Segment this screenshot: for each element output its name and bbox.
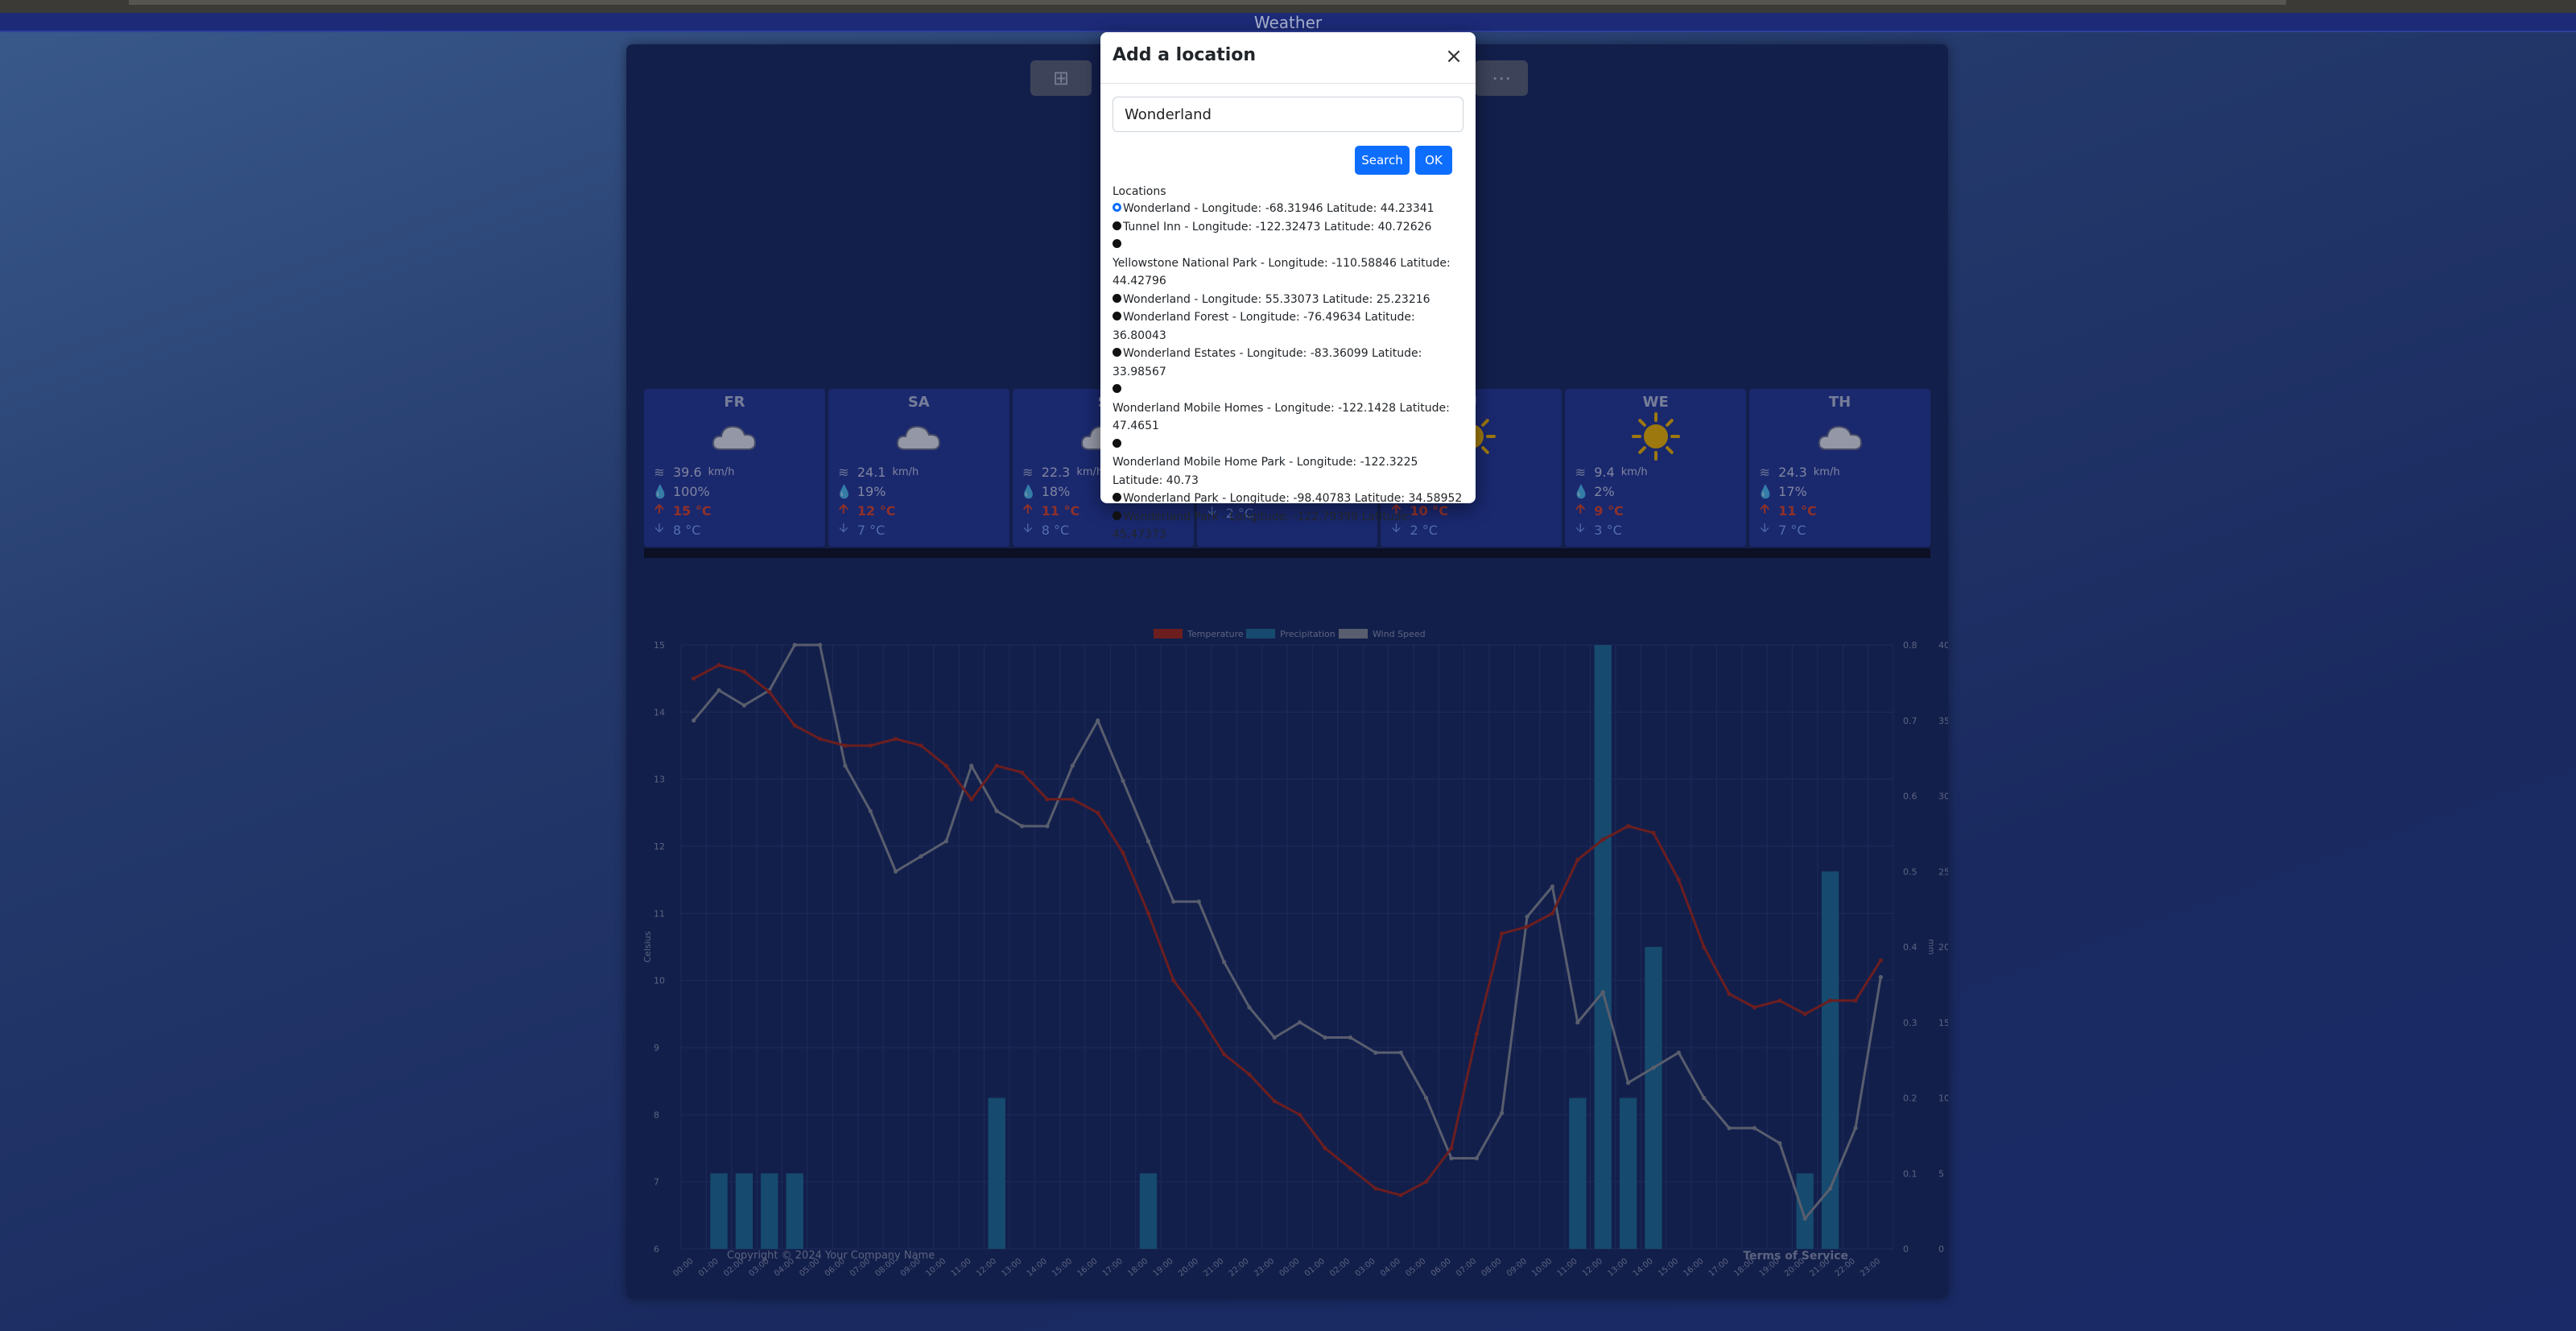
browser-chrome-strip [0,0,2576,13]
close-button[interactable]: × [1443,44,1464,68]
location-option[interactable]: Yellowstone National Park - Longitude: -… [1113,254,1467,291]
location-option-label: Wonderland - Longitude: -68.31946 Latitu… [1123,202,1435,215]
location-option[interactable]: Wonderland Mobile Homes - Longitude: -12… [1113,399,1467,436]
location-option[interactable] [1113,381,1467,399]
radio-icon[interactable] [1113,221,1121,230]
location-option-label: Wonderland Mobile Homes - Longitude: -12… [1113,401,1450,433]
search-button[interactable]: Search [1355,146,1410,175]
ok-button[interactable]: OK [1415,146,1452,175]
dialog-title: Add a location [1113,45,1257,65]
radio-icon[interactable] [1113,312,1121,320]
location-option[interactable] [1113,436,1467,454]
location-option[interactable]: Wonderland - Longitude: -68.31946 Latitu… [1113,200,1467,218]
location-option[interactable]: Wonderland Mobile Home Park - Longitude:… [1113,453,1467,490]
location-option-label: Wonderland Forest - Longitude: -76.49634… [1113,311,1415,342]
location-option[interactable] [1113,236,1467,254]
radio-icon[interactable] [1113,438,1121,448]
location-search-input[interactable] [1113,97,1463,132]
location-option-label: Wonderland - Longitude: 55.33073 Latitud… [1123,292,1430,306]
location-option[interactable]: Tunnel Inn - Longitude: -122.32473 Latit… [1113,218,1467,237]
location-option-label: Tunnel Inn - Longitude: -122.32473 Latit… [1123,220,1432,234]
radio-icon[interactable] [1113,239,1121,248]
radio-icon[interactable] [1113,348,1121,357]
window-title: Weather [0,13,2576,32]
location-option[interactable]: Wonderland Park - Longitude: -122.79399 … [1113,508,1467,544]
location-option-label: Wonderland Estates - Longitude: -83.3609… [1113,347,1422,378]
browser-chrome-inner [129,0,2286,5]
location-option-label: Yellowstone National Park - Longitude: -… [1113,256,1451,288]
close-icon: × [1445,44,1463,68]
radio-icon[interactable] [1113,384,1121,393]
location-option[interactable]: Wonderland Estates - Longitude: -83.3609… [1113,345,1467,381]
location-option[interactable]: Wonderland Park - Longitude: -98.40783 L… [1113,490,1467,508]
radio-icon[interactable] [1113,510,1121,520]
add-location-dialog: Add a location × Search OK Locations Won… [1100,32,1476,541]
location-option-label: Wonderland Mobile Home Park - Longitude:… [1113,456,1418,487]
radio-selected-icon[interactable] [1113,203,1121,212]
location-option[interactable]: Wonderland - Longitude: 55.33073 Latitud… [1113,291,1467,309]
location-option[interactable]: Wonderland Forest - Longitude: -76.49634… [1113,308,1467,345]
location-option-label: Wonderland Park - Longitude: -98.40783 L… [1123,492,1463,505]
radio-icon[interactable] [1113,493,1121,502]
radio-icon[interactable] [1113,293,1121,303]
dialog-header: Add a location × [1100,32,1476,84]
locations-label: Locations [1113,185,1166,198]
location-option-label: Wonderland Park - Longitude: -122.79399 … [1113,510,1412,542]
locations-list: Wonderland - Longitude: -68.31946 Latitu… [1113,200,1467,544]
